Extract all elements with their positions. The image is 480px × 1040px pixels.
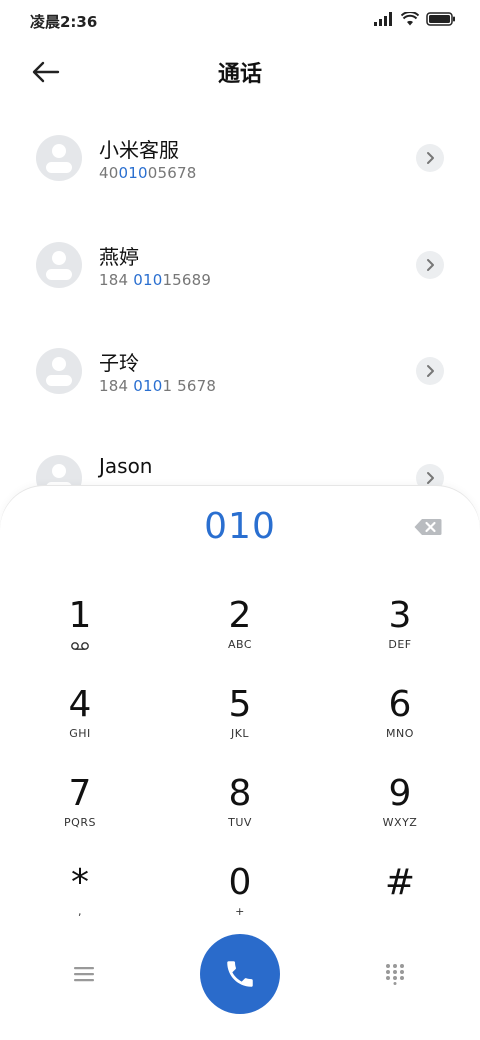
header: 通话 [0, 46, 480, 96]
menu-icon [74, 967, 94, 982]
dialpad: 010 1 2 ABC 3 DEF 4 GHI 5 JKL 6 MNO 7 PQ… [0, 486, 480, 1040]
status-icons [374, 12, 456, 26]
key-1[interactable]: 1 [0, 596, 160, 676]
contact-name: 小米客服 [99, 138, 179, 162]
backspace-icon [414, 519, 442, 535]
dialed-number: 010 [204, 506, 276, 547]
backspace-button[interactable] [412, 516, 444, 538]
chevron-right-icon [427, 259, 434, 271]
contact-number: 184 01015689 [99, 271, 212, 289]
battery-icon [426, 12, 455, 26]
key-8[interactable]: 8 TUV [160, 774, 320, 854]
contact-detail-button[interactable] [416, 357, 444, 385]
status-bar: 凌晨2:36 [0, 0, 480, 40]
contact-detail-button[interactable] [416, 144, 444, 172]
wifi-icon [401, 12, 419, 26]
key-3[interactable]: 3 DEF [320, 596, 480, 676]
contact-detail-button[interactable] [416, 251, 444, 279]
menu-button[interactable] [64, 958, 104, 990]
page-title: 通话 [217, 62, 262, 87]
list-item[interactable]: 子玲 184 0101 5678 [0, 319, 480, 423]
contact-name: Jason [99, 454, 153, 478]
avatar [36, 242, 82, 288]
avatar [36, 348, 82, 394]
signal-icon [374, 12, 392, 26]
avatar [36, 135, 82, 181]
key-0[interactable]: 0 + [160, 863, 320, 943]
list-item[interactable]: 燕婷 184 01015689 [0, 213, 480, 317]
chevron-right-icon [427, 152, 434, 164]
contact-number: 4001005678 [99, 164, 197, 182]
chevron-right-icon [427, 472, 434, 484]
status-time: 凌晨2:36 [30, 13, 98, 31]
key-2[interactable]: 2 ABC [160, 596, 320, 676]
contact-name: 燕婷 [99, 245, 139, 269]
key-5[interactable]: 5 JKL [160, 685, 320, 765]
phone-icon [227, 961, 253, 987]
key-7[interactable]: 7 PQRS [0, 774, 160, 854]
contact-number: 184 0101 5678 [99, 377, 217, 395]
contact-name: 子玲 [99, 351, 139, 375]
key-9[interactable]: 9 WXYZ [320, 774, 480, 854]
key-hash[interactable]: # [320, 863, 480, 943]
key-4[interactable]: 4 GHI [0, 685, 160, 765]
dialpad-icon [386, 964, 404, 985]
key-6[interactable]: 6 MNO [320, 685, 480, 765]
call-button[interactable] [200, 934, 280, 1014]
bottom-action-bar [0, 934, 480, 1014]
voicemail-icon [71, 642, 89, 650]
dialpad-toggle-button[interactable] [375, 954, 415, 994]
list-item[interactable]: 小米客服 4001005678 [0, 106, 480, 210]
chevron-right-icon [427, 365, 434, 377]
key-star[interactable]: * , [0, 863, 160, 943]
